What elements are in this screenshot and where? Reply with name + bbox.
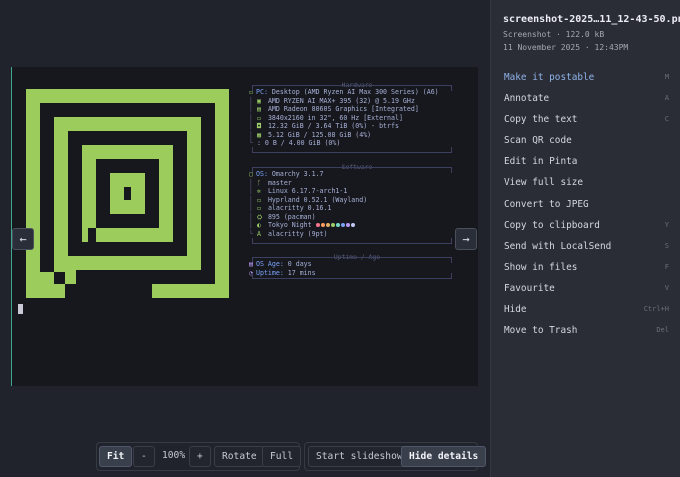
- menu-item-label: Convert to JPEG: [504, 198, 589, 210]
- menu-item-move-to-trash[interactable]: Move to Trash Del: [491, 320, 680, 341]
- details-panel: screenshot-2025…11_12-43-50.png Screensh…: [490, 0, 680, 477]
- menu-item-label: Move to Trash: [504, 325, 578, 337]
- start-slideshow-button[interactable]: Start slideshow: [308, 446, 411, 467]
- terminal-cursor: [18, 304, 23, 314]
- menu-item-label: View full size: [504, 177, 584, 189]
- menu-item-hide[interactable]: Hide Ctrl+H: [491, 299, 680, 320]
- fit-button[interactable]: Fit: [99, 446, 133, 467]
- menu-item-make-it-postable[interactable]: Make it postable M: [491, 67, 680, 88]
- gpu-line: │ ▤ AMD Radeon 8060S Graphics [Integrate…: [249, 105, 419, 113]
- font-line: └ A alacritty (9pt): [249, 229, 328, 238]
- menu-item-shortcut: V: [664, 283, 669, 292]
- kernel-line: │ ✲ Linux 6.17.7-arch1-1: [249, 187, 348, 195]
- theme-line: │ ◐ Tokyo Night: [249, 221, 356, 229]
- file-name: screenshot-2025…11_12-43-50.png: [503, 14, 680, 25]
- menu-item-label: Copy to clipboard: [504, 219, 600, 231]
- menu-item-view-full-size[interactable]: View full size: [491, 172, 680, 193]
- menu-item-label: Send with LocalSend: [504, 240, 612, 252]
- os-line: ▢ OS: Omarchy 3.1.7: [249, 170, 324, 178]
- full-button[interactable]: Full: [262, 446, 302, 467]
- menu-item-shortcut: M: [664, 73, 669, 81]
- palette-swatch: [340, 223, 345, 227]
- hide-details-button[interactable]: Hide details: [401, 446, 487, 467]
- menu-item-label: Scan QR code: [504, 135, 572, 147]
- menu-item-shortcut: S: [664, 241, 669, 250]
- hardware-frame-bottom: [252, 147, 452, 153]
- palette-swatch: [335, 223, 340, 227]
- menu-item-shortcut: Ctrl+H: [643, 305, 669, 314]
- uptime-frame-bottom: [252, 273, 452, 279]
- wm-line: │ ▭ Hyprland 0.52.1 (Wayland): [249, 195, 368, 204]
- menu-item-shortcut: F: [664, 262, 669, 271]
- packages-line: │ ⛭ 895 (pacman): [249, 212, 316, 221]
- pc-line: ▭ PC: Desktop (AMD Ryzen AI Max 300 Serie…: [249, 88, 439, 96]
- arrow-left-icon: ←: [19, 232, 27, 246]
- menu-item-label: Show in files: [504, 261, 578, 273]
- palette-swatch: [330, 223, 335, 227]
- color-palette: [315, 221, 356, 229]
- menu-item-scan-qr-code[interactable]: Scan QR code: [491, 130, 680, 151]
- next-image-button[interactable]: →: [455, 228, 477, 250]
- menu-item-edit-in-pinta[interactable]: Edit in Pinta: [491, 151, 680, 172]
- screenshot-preview[interactable]: Hardware ▭ PC: Desktop (AMD Ryzen AI Max …: [11, 67, 478, 386]
- terminal-line: │ ▭ alacritty 0.16.1: [249, 204, 332, 212]
- menu-item-shortcut: C: [664, 115, 669, 124]
- os-age-line: ▤ OS Age: 0 days: [249, 260, 312, 268]
- palette-swatch: [320, 223, 325, 227]
- omarchy-logo: [26, 89, 229, 298]
- arrow-right-icon: →: [462, 232, 470, 246]
- palette-swatch: [350, 223, 355, 227]
- zoom-level: 100%: [162, 450, 186, 461]
- image-viewer: Hardware ▭ PC: Desktop (AMD Ryzen AI Max …: [0, 0, 490, 477]
- menu-item-label: Edit in Pinta: [504, 156, 578, 168]
- menu-item-annotate[interactable]: Annotate A: [491, 88, 680, 109]
- file-type-size: Screenshot · 122.0 kB: [503, 30, 605, 39]
- menu-item-label: Hide: [504, 304, 527, 316]
- file-date-time: 11 November 2025 · 12:43PM: [503, 43, 629, 52]
- menu-item-label: Favourite: [504, 282, 555, 294]
- palette-swatch: [315, 223, 320, 227]
- menu-item-favourite[interactable]: Favourite V: [491, 278, 680, 299]
- software-frame-bottom: [252, 238, 452, 244]
- branch-line: │ ᚴ master: [249, 178, 292, 187]
- palette-swatch: [325, 223, 330, 227]
- zoom-out-button[interactable]: -: [133, 446, 155, 467]
- menu-item-show-in-files[interactable]: Show in files F: [491, 257, 680, 278]
- viewer-toolbar: Fit - 100% + Rotate Full Start slideshow…: [0, 442, 490, 471]
- menu-item-copy-the-text[interactable]: Copy the text C: [491, 109, 680, 130]
- menu-item-label: Annotate: [504, 93, 550, 105]
- cpu-line: │ ▣ AMD RYZEN AI MAX+ 395 (32) @ 5.19 GH…: [249, 96, 415, 105]
- display-line: │ ▭ 3840x2160 in 32", 60 Hz [External]: [249, 113, 403, 122]
- previous-image-button[interactable]: ←: [12, 228, 34, 250]
- actions-menu: Make it postable M Annotate A Copy the text C…: [491, 67, 680, 341]
- palette-swatch: [345, 223, 350, 227]
- menu-item-shortcut: Del: [656, 326, 669, 335]
- menu-item-label: Copy the text: [504, 114, 578, 126]
- menu-item-shortcut: A: [664, 94, 669, 103]
- menu-item-copy-to-clipboard[interactable]: Copy to clipboard Y: [491, 215, 680, 236]
- menu-item-label: Make it postable: [504, 72, 595, 83]
- rotate-button[interactable]: Rotate: [214, 446, 265, 467]
- memory-line: │ ▦ 5.12 GiB / 125.08 GiB (4%): [249, 130, 372, 139]
- menu-item-convert-to-jpeg[interactable]: Convert to JPEG: [491, 194, 680, 215]
- zoom-in-button[interactable]: +: [189, 446, 211, 467]
- menu-item-shortcut: Y: [664, 220, 669, 229]
- disk-line: │ ◘ 12.32 GiB / 3.64 TiB (0%) - btrfs: [249, 122, 399, 130]
- menu-item-send-with-localsend[interactable]: Send with LocalSend S: [491, 236, 680, 257]
